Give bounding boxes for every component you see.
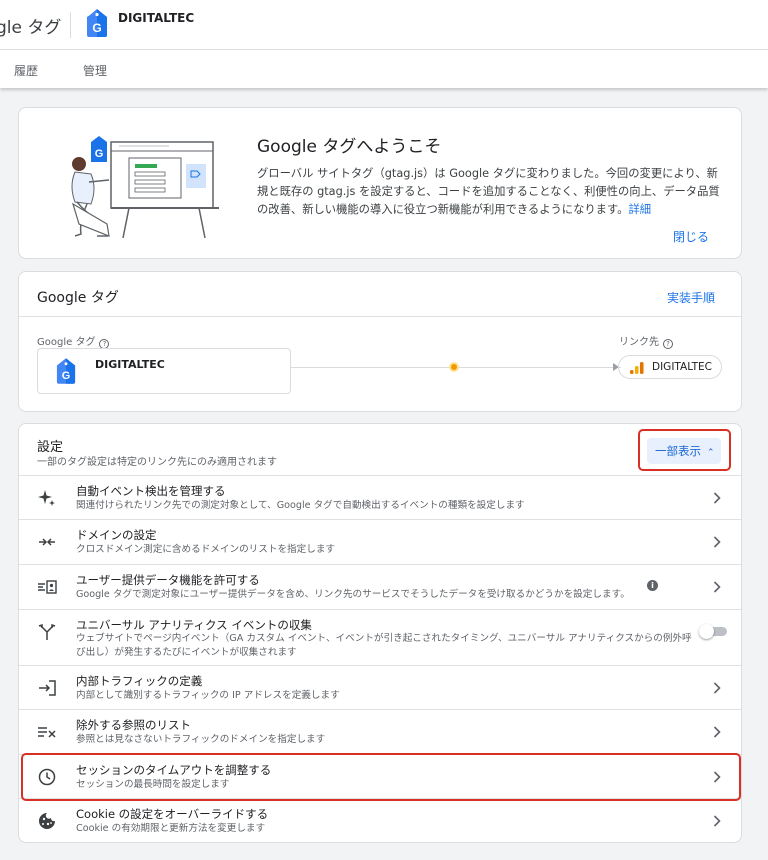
learn-more-link[interactable]: 詳細 bbox=[628, 203, 651, 216]
google-tag-card: Google タグ 実装手順 Google タグ? リンク先? G DIGITA… bbox=[18, 271, 742, 412]
google-tag-title: Google タグ bbox=[37, 290, 119, 306]
setting-row-internal-traffic[interactable]: 内部トラフィックの定義 内部として識別するトラフィックの IP アドレスを定義し… bbox=[19, 666, 741, 710]
setup-instructions-link[interactable]: 実装手順 bbox=[667, 289, 715, 306]
google-tag-logo-icon: G bbox=[56, 358, 76, 384]
setting-description: Cookie の有効期限と更新方法を変更します bbox=[76, 823, 266, 834]
chevron-right-icon bbox=[713, 536, 721, 548]
toggle-knob bbox=[699, 624, 714, 639]
chevron-right-icon bbox=[713, 492, 721, 504]
settings-subtitle: 一部のタグ設定は特定のリンク先にのみ適用されます bbox=[37, 457, 277, 468]
tag-name: DIGITALTEC bbox=[95, 358, 165, 371]
setting-title: 自動イベント検出を管理する bbox=[76, 484, 226, 498]
fork-arrows-icon bbox=[38, 623, 56, 640]
welcome-title: Google タグへようこそ bbox=[257, 137, 442, 157]
setting-row-domains[interactable]: ドメインの設定 クロスドメイン測定に含めるドメインのリストを指定します bbox=[19, 520, 741, 565]
destination-field-label: リンク先? bbox=[619, 333, 673, 349]
setting-description: 内部として識別するトラフィックの IP アドレスを定義します bbox=[76, 690, 340, 701]
setting-title: ユーザー提供データ機能を許可する bbox=[76, 573, 260, 587]
app-title: gle タグ bbox=[0, 18, 62, 38]
ua-events-toggle[interactable] bbox=[699, 624, 727, 639]
setting-row-excluded-referrals[interactable]: 除外する参照のリスト 参照とは見なさないトラフィックのドメインを指定します bbox=[19, 710, 741, 755]
setting-title: ユニバーサル アナリティクス イベントの収集 bbox=[76, 618, 312, 632]
cookie-icon bbox=[39, 813, 55, 829]
tab-admin[interactable]: 管理 bbox=[83, 62, 107, 79]
header-divider bbox=[70, 12, 71, 38]
login-icon bbox=[39, 680, 56, 696]
tab-bar: 履歴 管理 bbox=[0, 50, 768, 88]
google-tag-box[interactable]: G DIGITALTEC bbox=[37, 348, 291, 394]
destination-name: DIGITALTEC bbox=[652, 361, 712, 373]
chevron-right-icon bbox=[713, 581, 721, 593]
welcome-body: グローバル サイトタグ（gtag.js）は Google タグに変わりました。今… bbox=[257, 165, 727, 219]
google-tag-logo-icon: G bbox=[87, 9, 107, 37]
settings-card: 設定 一部のタグ設定は特定のリンク先にのみ適用されます 一部表示 ⌃ 自動イベント… bbox=[18, 423, 742, 843]
tab-history[interactable]: 履歴 bbox=[14, 62, 38, 79]
setting-description: ウェブサイトでページ内イベント（GA カスタム イベント、イベントが引き起こされ… bbox=[76, 633, 692, 658]
destination-chip[interactable]: DIGITALTEC bbox=[618, 355, 722, 379]
setting-title: 内部トラフィックの定義 bbox=[76, 674, 203, 688]
setting-description: クロスドメイン測定に含めるドメインのリストを指定します bbox=[76, 544, 336, 555]
welcome-illustration: G bbox=[71, 136, 219, 239]
analytics-icon bbox=[630, 362, 644, 374]
tag-field-label: Google タグ? bbox=[37, 333, 110, 349]
top-bar: gle タグ G DIGITALTEC bbox=[0, 0, 768, 50]
setting-title: Cookie の設定をオーバーライドする bbox=[76, 807, 269, 821]
help-icon[interactable]: ? bbox=[663, 339, 673, 349]
connection-warning-icon[interactable] bbox=[449, 362, 459, 372]
sparkle-icon bbox=[38, 490, 55, 506]
setting-description: 関連付けられたリンク先での測定対象として、Google タグで自動検出するイベン… bbox=[76, 500, 525, 511]
svg-text:G: G bbox=[62, 370, 70, 382]
user-data-icon bbox=[38, 580, 57, 594]
tag-label-text: Google タグ bbox=[37, 337, 96, 348]
merge-arrows-icon bbox=[39, 538, 55, 546]
setting-row-ua-events: ユニバーサル アナリティクス イベントの収集 ウェブサイトでページ内イベント（G… bbox=[19, 610, 741, 666]
destination-label-text: リンク先 bbox=[619, 337, 659, 348]
setting-title: 除外する参照のリスト bbox=[76, 718, 191, 732]
settings-header: 設定 一部のタグ設定は特定のリンク先にのみ適用されます 一部表示 ⌃ bbox=[19, 424, 741, 476]
chevron-right-icon bbox=[713, 682, 721, 694]
highlight-frame bbox=[21, 753, 741, 801]
chevron-up-icon: ⌃ bbox=[707, 448, 715, 458]
show-less-button[interactable]: 一部表示 ⌃ bbox=[647, 438, 721, 464]
setting-row-user-provided-data[interactable]: ユーザー提供データ機能を許可する Google タグで測定対象にユーザー提供デー… bbox=[19, 565, 741, 610]
chevron-right-icon bbox=[713, 726, 721, 738]
chevron-right-icon bbox=[713, 815, 721, 827]
welcome-card: G Google タグへようこそ グローバル サイトタグ（gtag.js）は G… bbox=[18, 107, 742, 259]
setting-row-auto-events[interactable]: 自動イベント検出を管理する 関連付けられたリンク先での測定対象として、Googl… bbox=[19, 476, 741, 520]
list-remove-icon bbox=[38, 727, 56, 738]
container-name[interactable]: DIGITALTEC bbox=[118, 11, 194, 25]
card-divider bbox=[19, 316, 741, 317]
setting-row-cookie-settings[interactable]: Cookie の設定をオーバーライドする Cookie の有効期限と更新方法を変… bbox=[19, 799, 741, 842]
show-less-label: 一部表示 bbox=[655, 444, 701, 458]
setting-title: ドメインの設定 bbox=[76, 528, 157, 542]
svg-text:G: G bbox=[95, 148, 104, 160]
setting-description: Google タグで測定対象にユーザー提供データを含め、リンク先のサービスでそう… bbox=[76, 589, 630, 600]
close-button[interactable]: 閉じる bbox=[673, 228, 709, 245]
setting-description: 参照とは見なさないトラフィックのドメインを指定します bbox=[76, 734, 326, 745]
svg-text:G: G bbox=[92, 21, 101, 35]
info-icon[interactable]: i bbox=[647, 580, 658, 591]
